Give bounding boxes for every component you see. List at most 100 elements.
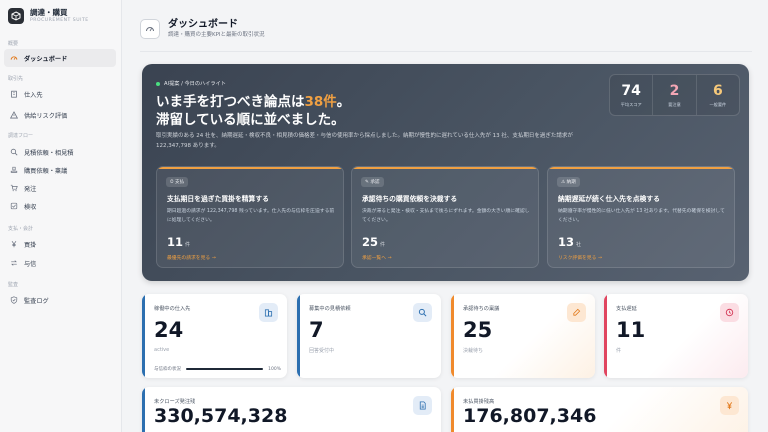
warning-icon <box>10 111 18 119</box>
kpi-sub: 回答受付中 <box>309 348 335 354</box>
action-card-delivery[interactable]: ⚠ 納期 納期遅延が続く仕入先を点検する 納期遵守率が慢性的に低い仕入先が 13… <box>547 166 735 268</box>
nav-section-partners: 取引先 <box>8 76 24 82</box>
stamp-icon <box>567 303 586 322</box>
building-icon <box>10 90 18 98</box>
card-tag: ⏱ 支払 <box>166 177 189 187</box>
page-title: ダッシュボード <box>168 19 238 30</box>
credit-progress: 与信枠の状況 100% <box>154 366 281 373</box>
stat-label: 要注意 <box>668 101 681 107</box>
document-icon <box>413 396 432 415</box>
ai-badge-label: AI提案 / 今日のハイライト <box>164 81 226 87</box>
sidebar-item-label: ダッシュボード <box>24 55 68 63</box>
kpi-value: 11 <box>616 318 646 342</box>
sidebar-item-payments[interactable]: 与信 <box>4 254 116 272</box>
kpi-unpaid-payables[interactable]: 未払買掛残高 176,807,346 <box>451 387 748 432</box>
ai-badge: AI提案 / 今日のハイライト <box>156 80 226 87</box>
hero-description: 取引実績のある 24 社を、納期遅延・検収不良・相見積の価格差・与信の使用率から… <box>156 133 573 149</box>
sidebar-item-inspection[interactable]: 検収 <box>4 197 116 215</box>
search-icon <box>10 148 18 156</box>
kpi-sub: 件 <box>616 348 622 354</box>
card-description: 納期遵守率が慢性的に低い仕入先が 13 社あります。代替先の確保を検討してくださ… <box>558 209 725 223</box>
stat-average-score: 74 平均スコア <box>610 75 652 115</box>
sidebar-item-label: 購買依頼・稟議 <box>24 167 68 175</box>
sidebar-item-label: 与信 <box>24 260 37 268</box>
kpi-active-suppliers[interactable]: 稼働中の仕入先 24 active 与信枠の状況 100% <box>142 294 287 378</box>
sidebar-item-suppliers[interactable]: 仕入先 <box>4 85 116 103</box>
sidebar-item-label: 発注 <box>24 185 37 193</box>
hero-title-prefix: いま手を打つべき論点は <box>156 94 305 110</box>
brand-title: 調達・購買 <box>30 8 68 17</box>
page-header: ダッシュボード 調達・購買の主要KPIと最新の取引状況 <box>140 18 265 40</box>
hero-title-highlight: 38件 <box>304 94 337 110</box>
progress-value: 100% <box>268 366 281 372</box>
nav-section-payment: 支払・会計 <box>8 226 34 232</box>
kpi-sub: active <box>154 347 170 353</box>
shield-check-icon <box>10 296 18 304</box>
stat-needs-attention: 2 要注意 <box>652 75 695 115</box>
action-card-payment[interactable]: ⏱ 支払 支払期日を過ぎた買掛を精算する 期日超過の請求が 122,347,79… <box>156 166 344 268</box>
cart-icon <box>10 184 18 192</box>
stat-label: 一般要件 <box>709 101 727 107</box>
stat-value: 6 <box>712 82 723 99</box>
gauge-icon <box>140 19 160 39</box>
status-dot <box>156 81 160 86</box>
gauge-icon <box>10 54 18 62</box>
kpi-payment-delays[interactable]: 支払遅延 11 件 <box>604 294 748 378</box>
sidebar-item-label: 仕入先 <box>24 91 43 99</box>
building-icon <box>259 303 278 322</box>
kpi-label: 承認待ちの稟議 <box>463 306 500 312</box>
card-tag: ⚠ 納期 <box>557 177 580 187</box>
kpi-value: 24 <box>154 318 184 342</box>
progress-fill <box>186 368 264 370</box>
kpi-label: 募集中の見積依頼 <box>309 306 351 312</box>
score-summary: 74 平均スコア 2 要注意 6 一般要件 <box>609 74 740 116</box>
card-count: 11 件 <box>167 235 191 249</box>
nav-section-audit: 監査 <box>8 282 19 288</box>
sidebar-item-supplier-risk[interactable]: 供給リスク評価 <box>4 106 116 124</box>
kpi-open-po-balance[interactable]: 未クローズ発注残 330,574,328 <box>142 387 441 432</box>
card-link[interactable]: 承認一覧へ → <box>362 254 392 261</box>
yen-icon <box>10 240 18 248</box>
yen-icon <box>720 396 739 415</box>
search-icon <box>413 303 432 322</box>
sidebar-item-orders[interactable]: 発注 <box>4 179 116 197</box>
card-count: 25 件 <box>362 235 386 249</box>
card-title: 支払期日を過ぎた買掛を精算する <box>167 195 269 203</box>
brand[interactable]: 調達・購買 PROCUREMENT SUITE <box>8 8 89 24</box>
kpi-value: 330,574,328 <box>154 405 288 427</box>
checkbox-icon <box>10 202 18 210</box>
card-title: 納期遅延が続く仕入先を点検する <box>558 195 660 203</box>
card-description: 期日超過の請求が 122,347,798 残っています。仕入先の与信枠を圧迫する… <box>167 209 335 223</box>
stat-label: 平均スコア <box>620 101 642 107</box>
transfer-icon <box>10 259 18 267</box>
kpi-pending-approvals[interactable]: 承認待ちの稟議 25 決裁待ち <box>451 294 595 378</box>
kpi-sub: 決裁待ち <box>463 348 484 354</box>
card-tag: ✎ 承認 <box>361 177 384 187</box>
hero-title: いま手を打つべき論点は38件。 滞留している順に並べました。 <box>156 93 350 129</box>
action-card-approval[interactable]: ✎ 承認 承認待ちの購買依頼を決裁する 決裁が滞ると発注・検収・支払まで後ろにず… <box>351 166 539 268</box>
sidebar-item-purchase-requests[interactable]: 購買依頼・稟議 <box>4 161 116 179</box>
nav-section-flow: 調達フロー <box>8 133 34 139</box>
sidebar-item-purchases[interactable]: 買掛 <box>4 235 116 253</box>
kpi-value: 176,807,346 <box>463 405 597 427</box>
app-logo-icon <box>8 8 24 24</box>
kpi-open-quote-requests[interactable]: 募集中の見積依頼 7 回答受付中 <box>297 294 441 378</box>
sidebar-item-quote-requests[interactable]: 見積依頼・相見積 <box>4 143 116 161</box>
sidebar-item-audit-log[interactable]: 監査ログ <box>4 291 116 309</box>
sidebar: 調達・購買 PROCUREMENT SUITE 概要 ダッシュボード 取引先 仕… <box>0 0 122 432</box>
sidebar-item-label: 買掛 <box>24 241 37 249</box>
hero-title-line2: 滞留している順に並べました。 <box>156 112 345 128</box>
sidebar-item-label: 監査ログ <box>24 297 49 305</box>
brand-subtitle: PROCUREMENT SUITE <box>30 18 89 23</box>
progress-track <box>186 368 264 370</box>
card-link[interactable]: リスク評価を見る → <box>558 254 602 261</box>
kpi-label: 稼働中の仕入先 <box>154 306 191 312</box>
header-divider <box>140 51 752 52</box>
stat-general: 6 一般要件 <box>695 75 739 115</box>
card-link[interactable]: 最優先の請求を見る → <box>167 254 216 261</box>
sidebar-item-dashboard[interactable]: ダッシュボード <box>4 49 116 67</box>
stat-value: 74 <box>621 82 641 99</box>
sidebar-item-label: 供給リスク評価 <box>24 112 68 120</box>
stamp-icon <box>10 166 18 174</box>
clock-icon <box>720 303 739 322</box>
